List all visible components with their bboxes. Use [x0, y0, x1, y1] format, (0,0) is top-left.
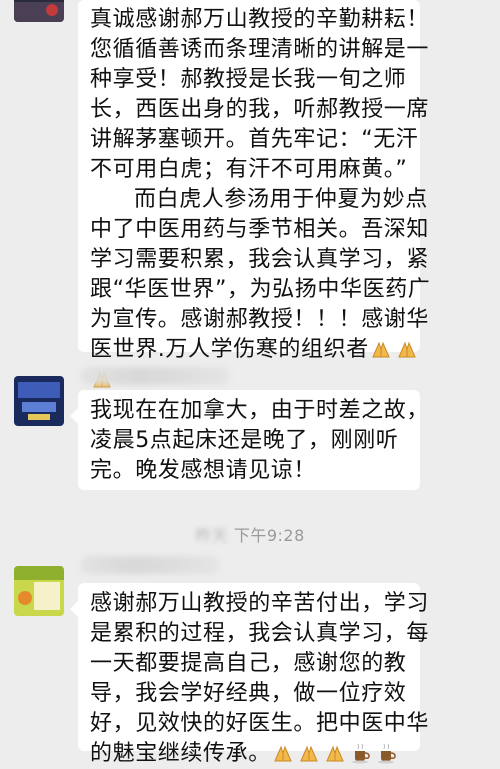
message-bubble: 真诚感谢郝万山教授的辛勤耕耘！ 您循循善诱而条理清晰的讲解是一 种享受！郝教授是… [78, 0, 431, 388]
message-line: 讲解茅塞顿开。首先牢记：“无汗 [90, 127, 419, 152]
blurred-sender-name [80, 556, 220, 574]
message-line: 学习需要积累，我会认真学习，紧 [90, 247, 430, 272]
message-line: 您循循善诱而条理清晰的讲解是一 [90, 37, 430, 62]
folded-hands-emoji [300, 745, 318, 762]
sender-avatar[interactable] [14, 566, 64, 616]
message-line: 凌晨5点起床还是晚了，刚刚听 [90, 428, 399, 453]
sender-avatar[interactable] [14, 376, 64, 426]
coffee-cup-emoji [377, 743, 396, 764]
message-line: 是累积的过程，我会认真学习，每 [90, 621, 430, 646]
message-line: 而白虎人参汤用于仲夏为妙点 [134, 187, 428, 212]
message-line: 真诚感谢郝万山教授的辛勤耕耘！ [90, 7, 430, 32]
folded-hands-emoji [326, 745, 344, 762]
message-line: 不可用白虎；有汗不可用麻黄。” [90, 157, 408, 182]
folded-hands-emoji [372, 341, 390, 358]
message-text: 医世界.万人学伤寒的组织者 [90, 337, 369, 362]
message-line: 跟“华医世界”，为弘扬中华医药广 [90, 277, 431, 302]
coffee-cup-emoji [351, 743, 370, 764]
folded-hands-emoji [274, 745, 292, 762]
message-bubble: 感谢郝万山教授的辛苦付出，学习 是累积的过程，我会认真学习，每 一天都要提高自己… [70, 583, 430, 766]
timestamp: 昨天 下午9:28 [0, 522, 500, 546]
message-line: 长，西医出身的我，听郝教授一席 [90, 97, 430, 122]
message-line: 为宣传。感谢郝教授！！！感谢华 [90, 307, 430, 332]
blurred-sender-name [80, 367, 230, 385]
message-line: 导，我会学好经典，做一位疗效 [90, 681, 407, 706]
message-line: 好，见效快的好医生。把中医中华 [90, 711, 430, 736]
message-bubble: 我现在在加拿大，由于时差之故， 凌晨5点起床还是晚了，刚刚听 完。晚发感想请见谅… [70, 390, 430, 490]
message-line: 医世界.万人学伤寒的组织者 [90, 335, 416, 365]
message-line: 中了中医用药与季节相关。吾深知 [90, 217, 430, 242]
timestamp-time: 下午9:28 [233, 526, 305, 545]
message-text: 的魅宝继续传承。 [90, 741, 271, 766]
message-line: 一天都要提高自己，感谢您的教 [90, 651, 407, 676]
timestamp-day: 昨天 [195, 526, 229, 545]
message-line: 我现在在加拿大，由于时差之故， [90, 398, 430, 423]
message-line: 完。晚发感想请见谅！ [90, 458, 317, 483]
sender-avatar[interactable] [14, 0, 64, 22]
message-line: 种享受！郝教授是长我一旬之师 [90, 67, 407, 92]
folded-hands-emoji [398, 341, 416, 358]
message-line: 感谢郝万山教授的辛苦付出，学习 [90, 591, 430, 616]
message-line: 的魅宝继续传承。 [90, 739, 408, 769]
